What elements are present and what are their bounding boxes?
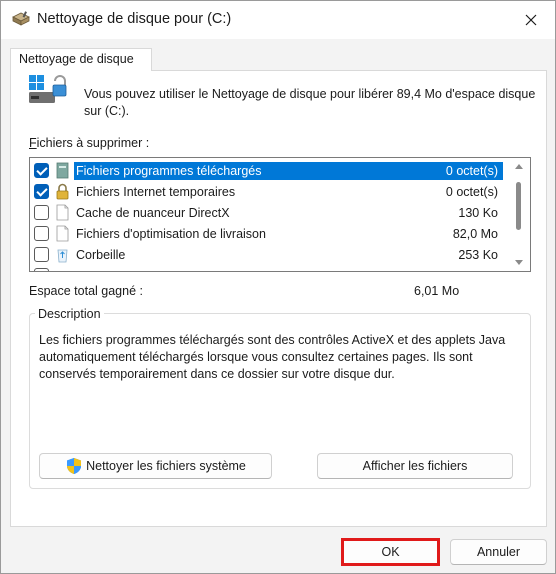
intro-text: Vous pouvez utiliser le Nettoyage de dis…	[84, 87, 536, 118]
list-item[interactable]: Corbeille 253 Ko	[30, 244, 503, 265]
description-title: Description	[35, 307, 104, 321]
file-size: 253 Ko	[458, 248, 498, 262]
file-size: 0 octet(s)	[445, 185, 498, 199]
file-size: 82,0 Mo	[452, 227, 498, 241]
close-icon	[525, 14, 537, 26]
title-bar: Nettoyage de disque pour (C:)	[1, 1, 555, 39]
file-checkbox[interactable]	[34, 163, 49, 178]
window-title: Nettoyage de disque pour (C:)	[37, 11, 232, 27]
list-item[interactable]: Fichiers d'optimisation de livraison 82,…	[30, 223, 503, 244]
lock-icon	[56, 183, 69, 200]
space-gained-label: Espace total gagné :	[29, 284, 143, 298]
file-icon	[56, 225, 69, 242]
space-gained-value: 6,01 Mo	[414, 284, 460, 298]
file-icon	[56, 204, 69, 221]
clean-system-files-button[interactable]: Nettoyer les fichiers système	[39, 453, 272, 479]
cancel-label: Annuler	[476, 545, 521, 559]
file-name: Fichiers Internet temporaires	[76, 185, 236, 199]
cancel-button[interactable]: Annuler	[450, 539, 547, 565]
show-files-button[interactable]: Afficher les fichiers	[317, 453, 513, 479]
tab-label: Nettoyage de disque	[19, 52, 134, 66]
file-name: Cache de nuanceur DirectX	[76, 206, 230, 220]
file-checkbox[interactable]	[34, 268, 49, 271]
scroll-down-icon[interactable]	[515, 260, 523, 265]
ok-button[interactable]: OK	[341, 538, 440, 566]
file-name: Fichiers d'optimisation de livraison	[76, 227, 266, 241]
list-item[interactable]: Fichiers Internet temporaires 0 octet(s)	[30, 181, 503, 202]
disk-cleanup-window: Nettoyage de disque pour (C:) Nettoyage …	[0, 0, 556, 574]
recycle-bin-icon	[57, 249, 68, 263]
show-files-label: Afficher les fichiers	[362, 459, 468, 473]
file-name: Fichiers programmes téléchargés	[76, 164, 262, 178]
scroll-up-icon[interactable]	[515, 164, 523, 169]
list-item-partial[interactable]	[30, 265, 503, 271]
file-size: 130 Ko	[458, 206, 498, 220]
disk-cleanup-app-icon	[12, 11, 30, 26]
file-checkbox[interactable]	[34, 226, 49, 241]
file-checkbox[interactable]	[34, 205, 49, 220]
tab-disk-cleanup[interactable]: Nettoyage de disque	[10, 48, 152, 71]
file-size: 0 octet(s)	[445, 164, 498, 178]
description-text: Les fichiers programmes téléchargés sont…	[39, 333, 506, 381]
close-button[interactable]	[515, 5, 547, 35]
list-item[interactable]: Cache de nuanceur DirectX 130 Ko	[30, 202, 503, 223]
file-checkbox[interactable]	[34, 247, 49, 262]
files-to-delete-label: Fichiers à supprimer :	[29, 136, 150, 150]
drive-cleanup-icon	[29, 75, 67, 103]
vertical-scrollbar[interactable]	[508, 158, 530, 271]
list-item[interactable]: Fichiers programmes téléchargés 0 octet(…	[30, 160, 503, 181]
uac-shield-icon	[67, 458, 82, 474]
clean-system-files-label: Nettoyer les fichiers système	[86, 459, 246, 473]
ok-label: OK	[381, 545, 400, 559]
folder-icon	[56, 162, 69, 179]
file-checkbox[interactable]	[34, 184, 49, 199]
scroll-thumb[interactable]	[516, 182, 521, 230]
files-list[interactable]: Fichiers programmes téléchargés 0 octet(…	[29, 157, 531, 272]
file-name: Corbeille	[76, 248, 126, 262]
